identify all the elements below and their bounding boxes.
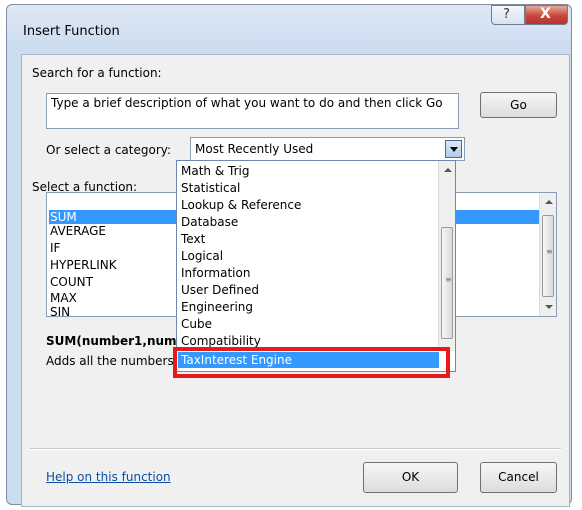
footer-divider	[30, 448, 561, 450]
function-item-average[interactable]: AVERAGE	[50, 224, 106, 238]
category-option-math-trig[interactable]: Math & Trig	[181, 163, 249, 179]
category-label: Or select a category:	[46, 143, 172, 157]
annotation-highlight-box	[173, 347, 450, 378]
grip-icon: ≡	[546, 247, 553, 256]
scroll-thumb[interactable]: ≡	[441, 227, 453, 339]
dialog-title: Insert Function	[23, 24, 120, 39]
help-icon: ?	[503, 7, 510, 22]
ok-button[interactable]: OK	[363, 462, 458, 493]
search-input[interactable]: Type a brief description of what you wan…	[46, 93, 459, 129]
category-option-engineering[interactable]: Engineering	[181, 299, 253, 315]
scroll-down-icon[interactable]	[545, 305, 553, 309]
function-list-scrollbar[interactable]: ≡	[539, 193, 556, 316]
function-syntax: SUM(number1,num	[46, 334, 177, 348]
help-on-function-link[interactable]: Help on this function	[46, 470, 171, 484]
category-dropdown-scrollbar[interactable]: ≡	[438, 161, 455, 351]
function-item-hyperlink[interactable]: HYPERLINK	[50, 258, 117, 272]
category-option-user-defined[interactable]: User Defined	[181, 282, 259, 298]
category-option-statistical[interactable]: Statistical	[181, 180, 240, 196]
category-option-database[interactable]: Database	[181, 214, 238, 230]
category-option-lookup-reference[interactable]: Lookup & Reference	[181, 197, 301, 213]
function-description: Adds all the numbers i	[46, 354, 181, 368]
scroll-up-icon[interactable]	[444, 168, 452, 172]
help-button[interactable]: ?	[491, 5, 525, 25]
category-option-cube[interactable]: Cube	[181, 316, 212, 332]
category-selected-value: Most Recently Used	[195, 142, 314, 156]
go-button[interactable]: Go	[480, 92, 557, 118]
function-item-max[interactable]: MAX	[50, 291, 77, 305]
function-item-sum[interactable]: SUM	[50, 210, 81, 224]
function-item-sin[interactable]: SIN	[50, 305, 70, 319]
category-dropdown-list[interactable]: Math & Trig Statistical Lookup & Referen…	[176, 160, 456, 372]
close-icon: X	[540, 6, 551, 22]
chevron-down-icon[interactable]	[445, 140, 462, 158]
category-option-logical[interactable]: Logical	[181, 248, 223, 264]
category-option-information[interactable]: Information	[181, 265, 250, 281]
scroll-up-icon[interactable]	[545, 200, 553, 204]
cancel-button[interactable]: Cancel	[480, 462, 557, 493]
scroll-thumb[interactable]: ≡	[542, 215, 554, 297]
search-label: Search for a function:	[32, 66, 162, 80]
grip-icon: ≡	[445, 275, 452, 284]
close-button[interactable]: X	[525, 5, 568, 25]
function-item-count[interactable]: COUNT	[50, 275, 93, 289]
category-select[interactable]: Most Recently Used	[190, 137, 465, 161]
function-item-if[interactable]: IF	[50, 241, 60, 255]
category-option-text[interactable]: Text	[181, 231, 205, 247]
